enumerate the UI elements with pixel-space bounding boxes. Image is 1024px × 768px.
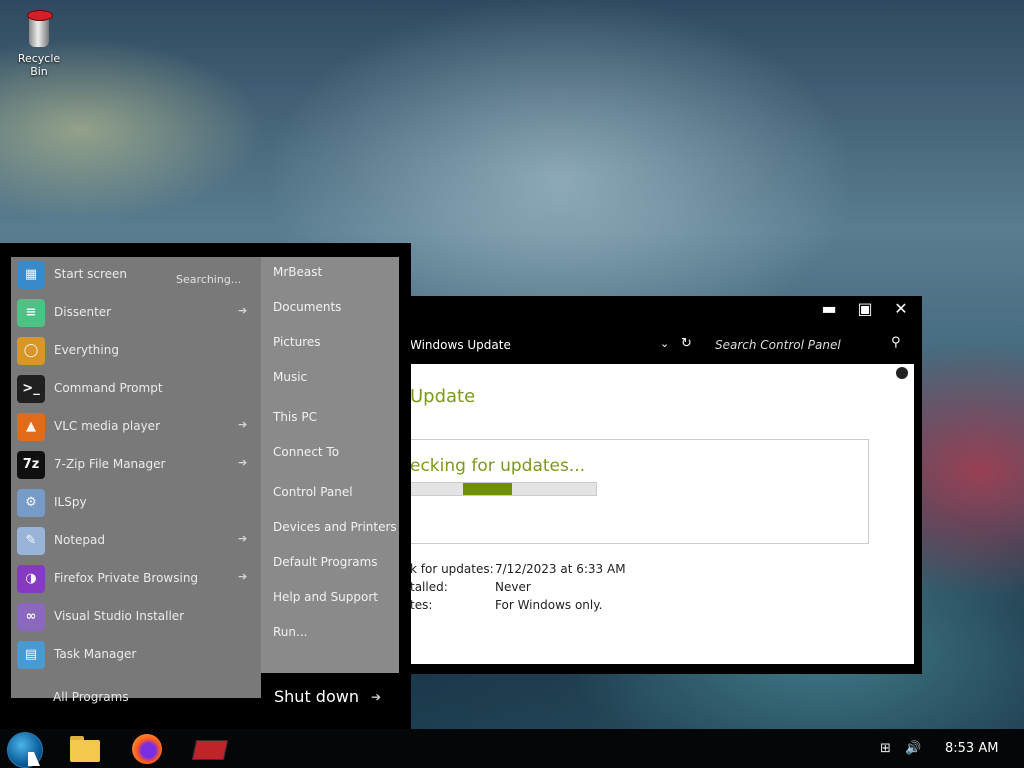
start-item-notepad[interactable]: ✎ Notepad ➔: [11, 523, 261, 559]
start-item-firefox-private-browsing[interactable]: ◑ Firefox Private Browsing ➔: [11, 561, 261, 597]
info-value: For Windows only.: [495, 598, 603, 612]
submenu-arrow-icon[interactable]: ➔: [238, 456, 247, 469]
chevron-down-icon[interactable]: ⌄: [660, 337, 669, 350]
start-place-documents[interactable]: Documents: [273, 300, 341, 314]
start-item-label: Command Prompt: [54, 381, 163, 395]
start-item-7-zip-file-manager[interactable]: 7z 7-Zip File Manager ➔: [11, 447, 261, 483]
start-programs-pane: Searching... ▦ Start screen ≡ Dissenter ➔ ◯ Ev…: [11, 257, 261, 704]
window-controls: ▬ ▣ ✕: [818, 298, 912, 320]
recycle-bin-shortcut[interactable]: Recycle Bin: [8, 8, 70, 78]
start-place-devices-and-printers[interactable]: Devices and Printers: [273, 520, 397, 534]
recycle-bin-icon: [24, 8, 54, 48]
start-place-control-panel[interactable]: Control Panel: [273, 485, 353, 499]
start-place-this-pc[interactable]: This PC: [273, 410, 317, 424]
start-place-mrbeast[interactable]: MrBeast: [273, 265, 322, 279]
start-item-label: Start screen: [54, 267, 128, 281]
mouse-cursor-icon: [28, 752, 40, 766]
update-info: k for updates: 7/12/2023 at 6:33 AM talled…: [410, 560, 810, 614]
start-item-label: Dissenter: [54, 305, 112, 319]
firefox-icon[interactable]: [130, 732, 164, 766]
notepad-icon: ✎: [17, 527, 45, 555]
info-key: talled:: [410, 580, 448, 594]
submenu-arrow-icon[interactable]: ➔: [238, 304, 247, 317]
file-explorer-icon[interactable]: [68, 732, 102, 766]
start-place-default-programs[interactable]: Default Programs: [273, 555, 378, 569]
start-item-dissenter[interactable]: ≡ Dissenter ➔: [11, 295, 261, 331]
minimize-button[interactable]: ▬: [818, 298, 840, 320]
info-key: tes:: [410, 598, 433, 612]
recycle-bin-label: Recycle Bin: [17, 52, 61, 78]
progress-fill: [463, 483, 512, 495]
start-place-help-and-support[interactable]: Help and Support: [273, 590, 378, 604]
7zip-icon: 7z: [17, 451, 45, 479]
status-message: ecking for updates...: [410, 456, 586, 476]
refresh-icon[interactable]: ↻: [681, 336, 692, 351]
start-item-vlc-media-player[interactable]: ▲ VLC media player ➔: [11, 409, 261, 445]
firefox-private-icon: ◑: [17, 565, 45, 593]
vlc-icon: ▲: [17, 413, 45, 441]
update-content: Update ecking for updates... k for updat…: [394, 364, 914, 664]
start-item-label: Firefox Private Browsing: [54, 571, 199, 585]
visual-studio-icon: ∞: [17, 603, 45, 631]
start-place-run-[interactable]: Run...: [273, 625, 307, 639]
submenu-arrow-icon[interactable]: ➔: [238, 532, 247, 545]
command-prompt-icon: >_: [17, 375, 45, 403]
info-key: k for updates:: [410, 562, 494, 576]
submenu-arrow-icon[interactable]: ➔: [238, 418, 247, 431]
task-manager-icon: ▤: [17, 641, 45, 669]
start-item-start-screen[interactable]: ▦ Start screen: [11, 257, 261, 293]
start-item-visual-studio-installer[interactable]: ∞ Visual Studio Installer: [11, 599, 261, 635]
info-value: 7/12/2023 at 6:33 AM: [495, 562, 626, 576]
start-item-label: Everything: [54, 343, 119, 357]
progress-bar: [410, 482, 597, 496]
address-bar: Windows Update ⌄ ↻ Search Control Panel …: [395, 334, 922, 356]
start-places-pane: MrBeast Documents Pictures Music This PC Conn…: [261, 257, 399, 673]
status-panel: ecking for updates...: [394, 439, 869, 544]
info-row: talled: Never: [410, 578, 810, 596]
everything-icon: ◯: [17, 337, 45, 365]
clock[interactable]: 8:53 AM: [945, 741, 998, 756]
start-item-ilspy[interactable]: ⚙ ILSpy: [11, 485, 261, 521]
info-row: tes: For Windows only.: [410, 596, 810, 614]
taskbar: ⊞ 🔊 8:53 AM: [0, 729, 1024, 768]
breadcrumb[interactable]: Windows Update: [410, 338, 511, 352]
close-button[interactable]: ✕: [890, 298, 912, 320]
start-item-label: Visual Studio Installer: [54, 609, 185, 623]
start-item-everything[interactable]: ◯ Everything: [11, 333, 261, 369]
start-place-music[interactable]: Music: [273, 370, 307, 384]
submenu-arrow-icon[interactable]: ➔: [238, 570, 247, 583]
start-item-label: ILSpy: [54, 495, 87, 509]
start-place-pictures[interactable]: Pictures: [273, 335, 321, 349]
windows-update-window: ▬ ▣ ✕ Windows Update ⌄ ↻ Search Control …: [394, 296, 922, 674]
ilspy-icon: ⚙: [17, 489, 45, 517]
search-icon[interactable]: ⚲: [891, 335, 901, 350]
shutdown-arrow-icon[interactable]: ➔: [371, 690, 381, 704]
volume-icon[interactable]: 🔊: [905, 741, 921, 756]
start-item-label: VLC media player: [54, 419, 161, 433]
dissenter-icon: ≡: [17, 299, 45, 327]
start-place-connect-to[interactable]: Connect To: [273, 445, 339, 459]
start-item-label: 7-Zip File Manager: [54, 457, 166, 471]
info-value: Never: [495, 580, 531, 594]
search-input[interactable]: Search Control Panel: [715, 338, 841, 352]
maximize-button[interactable]: ▣: [854, 298, 876, 320]
pinned-app-icon[interactable]: [191, 732, 229, 766]
start-item-task-manager[interactable]: ▤ Task Manager: [11, 637, 261, 673]
start-screen-icon: ▦: [17, 261, 45, 289]
start-item-command-prompt[interactable]: >_ Command Prompt: [11, 371, 261, 407]
page-title: Update: [410, 386, 476, 407]
shutdown-label: Shut down: [274, 687, 359, 706]
shutdown-button[interactable]: Shut down ➔: [261, 673, 411, 719]
start-item-label: Notepad: [54, 533, 105, 547]
user-avatar-icon: [896, 367, 908, 379]
start-item-label: Task Manager: [54, 647, 137, 661]
network-icon[interactable]: ⊞: [880, 741, 891, 756]
info-row: k for updates: 7/12/2023 at 6:33 AM: [410, 560, 810, 578]
all-programs-button[interactable]: All Programs: [53, 690, 129, 704]
start-menu: Searching... ▦ Start screen ≡ Dissenter ➔ ◯ Ev…: [0, 243, 411, 729]
